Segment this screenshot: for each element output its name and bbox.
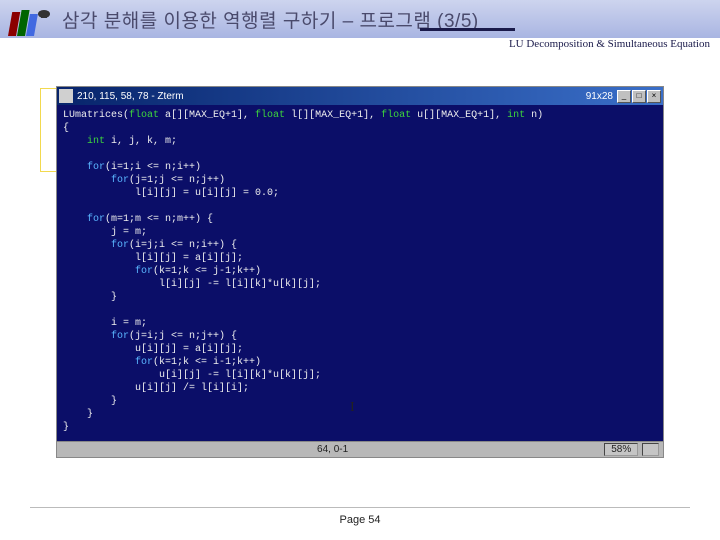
title-underline [420, 28, 515, 31]
code-keyword: float [129, 110, 159, 121]
code-text: } [63, 292, 117, 303]
maximize-button[interactable]: □ [632, 90, 646, 103]
statusbar: 64, 0-1 58% [57, 441, 663, 457]
code-text: l[i][j] = u[i][j] = 0.0; [63, 188, 279, 199]
minimize-button[interactable]: _ [617, 90, 631, 103]
code-text: j = m; [63, 227, 147, 238]
titlebar[interactable]: 210, 115, 58, 78 - Zterm 91x28 _ □ × [57, 87, 663, 105]
titlebar-size: 91x28 [586, 91, 613, 102]
code-text: n) [525, 110, 543, 121]
page-number: Page 54 [0, 514, 720, 526]
code-text: (i=j;i <= n;i++) { [129, 240, 237, 251]
code-text: a[][MAX_EQ+1], [159, 110, 255, 121]
code-keyword: for [63, 175, 129, 186]
code-keyword: float [255, 110, 285, 121]
code-text: l[i][j] -= l[i][k]*u[k][j]; [63, 279, 321, 290]
code-text: LUmatrices( [63, 110, 129, 121]
books-icon [8, 2, 56, 42]
code-area: LUmatrices(float a[][MAX_EQ+1], float l[… [57, 105, 663, 441]
code-text: l[i][j] = a[i][j]; [63, 253, 243, 264]
code-text: u[i][j] -= l[i][k]*u[k][j]; [63, 370, 321, 381]
text-cursor-icon: I [350, 400, 355, 416]
code-text: (m=1;m <= n;m++) { [105, 214, 213, 225]
titlebar-text: 210, 115, 58, 78 - Zterm [77, 91, 586, 102]
code-text: (j=i;j <= n;j++) { [129, 331, 237, 342]
code-text: { [63, 123, 69, 134]
code-keyword: for [63, 331, 129, 342]
code-text: u[i][j] /= l[i][i]; [63, 383, 249, 394]
code-text: } [63, 422, 69, 433]
code-keyword: for [63, 214, 105, 225]
code-text: } [63, 409, 93, 420]
code-text: (i=1;i <= n;i++) [105, 162, 201, 173]
code-text: u[][MAX_EQ+1], [411, 110, 507, 121]
code-text: (k=1;k <= j-1;k++) [153, 266, 261, 277]
code-keyword: for [63, 266, 153, 277]
code-keyword: int [63, 136, 105, 147]
code-keyword: for [63, 162, 105, 173]
status-percent: 58% [604, 443, 638, 456]
code-text: (j=1;j <= n;j++) [129, 175, 225, 186]
code-text: i = m; [63, 318, 147, 329]
code-keyword: for [63, 240, 129, 251]
code-text: l[][MAX_EQ+1], [285, 110, 381, 121]
code-keyword: for [63, 357, 153, 368]
code-keyword: float [381, 110, 411, 121]
slide-subtitle: LU Decomposition & Simultaneous Equation [509, 38, 710, 50]
status-scroll [642, 443, 659, 456]
footer-divider [30, 507, 690, 508]
code-text: i, j, k, m; [105, 136, 177, 147]
code-text: } [63, 396, 117, 407]
status-position: 64, 0-1 [61, 444, 604, 455]
code-text: u[i][j] = a[i][j]; [63, 344, 243, 355]
code-keyword: int [507, 110, 525, 121]
slide-title: 삼각 분해를 이용한 역행렬 구하기 – 프로그램 (3/5) [62, 6, 479, 33]
app-icon [59, 89, 73, 103]
code-text: (k=1;k <= i-1;k++) [153, 357, 261, 368]
terminal-window: 210, 115, 58, 78 - Zterm 91x28 _ □ × LUm… [56, 86, 664, 458]
window-controls: _ □ × [617, 90, 661, 103]
slide-header: 삼각 분해를 이용한 역행렬 구하기 – 프로그램 (3/5) [0, 0, 720, 38]
close-button[interactable]: × [647, 90, 661, 103]
